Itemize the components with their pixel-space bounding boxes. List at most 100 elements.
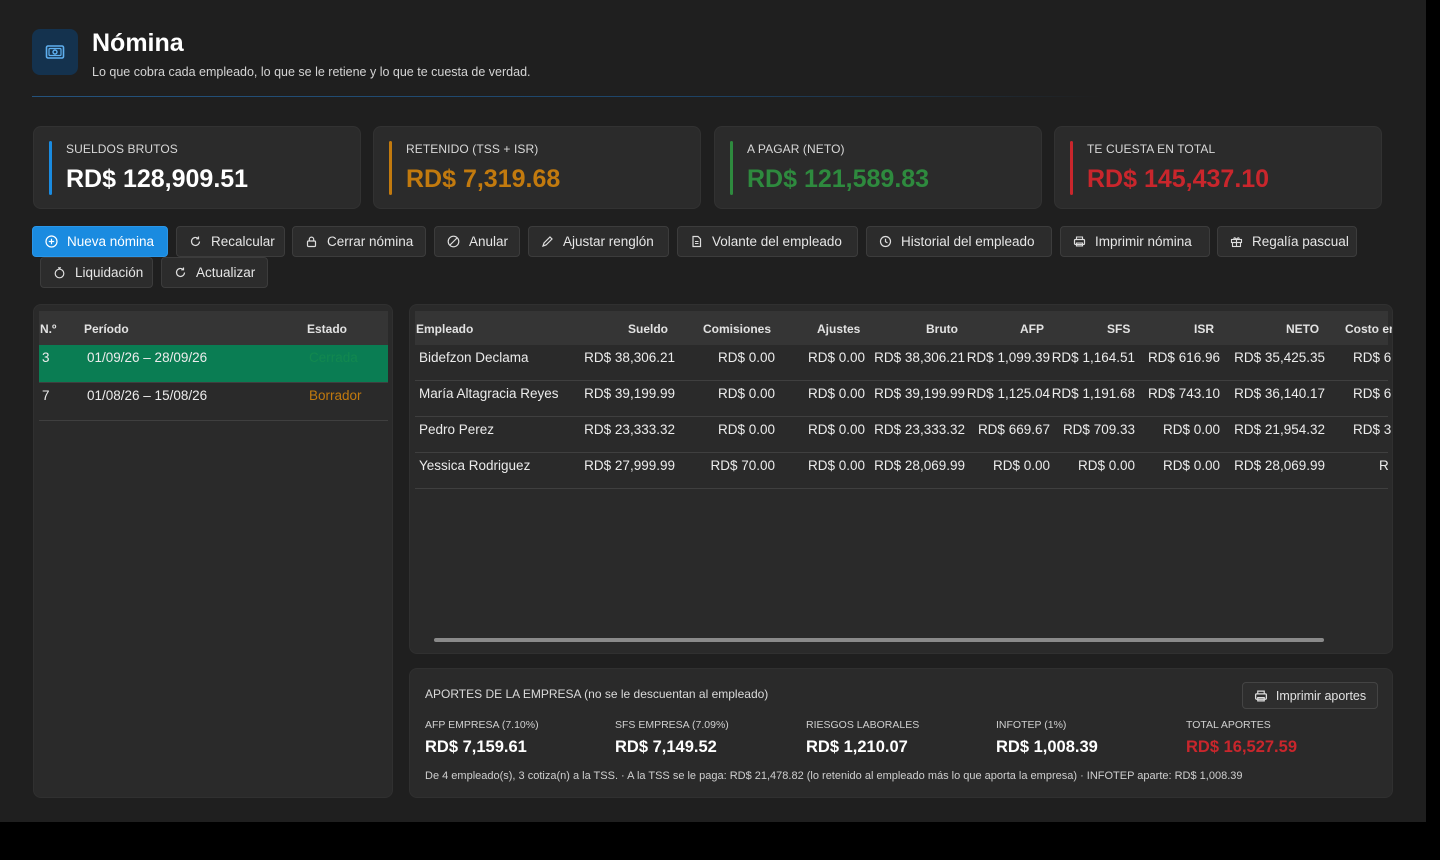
employee-isr: RD$ 743.10: [1147, 386, 1220, 401]
volante-empleado-button[interactable]: Volante del empleado: [677, 226, 858, 257]
column-header-sueldo[interactable]: Sueldo: [628, 322, 668, 336]
employee-costo: RD$ 6: [1353, 386, 1392, 401]
employee-neto: RD$ 36,140.17: [1234, 386, 1325, 401]
stat-label: SUELDOS BRUTOS: [66, 142, 178, 156]
column-header-sfs[interactable]: SFS: [1107, 322, 1130, 336]
stat-card-sueldos-brutos: SUELDOS BRUTOS RD$ 128,909.51: [33, 126, 361, 209]
cerrar-nomina-button[interactable]: Cerrar nómina: [292, 226, 426, 257]
employee-bruto: RD$ 28,069.99: [874, 458, 965, 473]
employees-panel: Empleado Sueldo Comisiones Ajustes Bruto…: [409, 304, 1393, 654]
employee-sueldo: RD$ 23,333.32: [584, 422, 675, 437]
employee-row[interactable]: Bidefzon Declama RD$ 38,306.21 RD$ 0.00 …: [415, 345, 1391, 381]
column-header-isr[interactable]: ISR: [1194, 322, 1214, 336]
imprimir-aportes-button[interactable]: Imprimir aportes: [1242, 682, 1378, 709]
column-header-empleado[interactable]: Empleado: [416, 322, 473, 336]
regalia-pascual-button[interactable]: Regalía pascual: [1217, 226, 1357, 257]
period-number: 7: [42, 388, 50, 403]
button-label: Regalía pascual: [1252, 234, 1349, 249]
employee-ajustes: RD$ 0.00: [807, 458, 865, 473]
employee-costo: R: [1379, 458, 1389, 473]
employee-bruto: RD$ 38,306.21: [874, 350, 965, 365]
button-label: Nueva nómina: [67, 234, 155, 249]
page-subtitle: Lo que cobra cada empleado, lo que se le…: [92, 65, 531, 79]
aporte-label: TOTAL APORTES: [1186, 719, 1271, 731]
anular-button[interactable]: Anular: [434, 226, 520, 257]
aporte-label: AFP EMPRESA (7.10%): [425, 719, 539, 731]
column-header-periodo[interactable]: Período: [84, 322, 129, 336]
employee-ajustes: RD$ 0.00: [807, 386, 865, 401]
lock-icon: [305, 235, 318, 248]
employee-comisiones: RD$ 0.00: [717, 422, 775, 437]
employee-comisiones: RD$ 0.00: [717, 350, 775, 365]
plus-circle-icon: [45, 235, 58, 248]
stat-accent-bar: [730, 141, 733, 195]
employee-isr: RD$ 0.00: [1162, 458, 1220, 473]
actualizar-button[interactable]: Actualizar: [161, 257, 268, 288]
column-header-afp[interactable]: AFP: [1020, 322, 1044, 336]
column-header-neto[interactable]: NETO: [1286, 322, 1319, 336]
button-label: Actualizar: [196, 265, 256, 280]
aporte-value: RD$ 16,527.59: [1186, 738, 1297, 756]
historial-empleado-button[interactable]: Historial del empleado: [866, 226, 1052, 257]
aporte-value: RD$ 1,210.07: [806, 738, 908, 756]
printer-icon: [1254, 689, 1268, 703]
employee-sfs: RD$ 1,191.68: [1051, 386, 1135, 401]
aporte-label: RIESGOS LABORALES: [806, 719, 920, 731]
employee-afp: RD$ 0.00: [992, 458, 1050, 473]
employee-bruto: RD$ 23,333.32: [874, 422, 965, 437]
employee-sfs: RD$ 709.33: [1062, 422, 1135, 437]
employee-row[interactable]: Yessica Rodriguez RD$ 27,999.99 RD$ 70.0…: [415, 453, 1389, 489]
employee-bruto: RD$ 39,199.99: [874, 386, 965, 401]
stat-card-a-pagar: A PAGAR (NETO) RD$ 121,589.83: [714, 126, 1042, 209]
column-header-estado[interactable]: Estado: [307, 322, 347, 336]
employee-name: Bidefzon Declama: [419, 350, 529, 365]
employee-ajustes: RD$ 0.00: [807, 422, 865, 437]
employee-afp: RD$ 1,125.04: [966, 386, 1050, 401]
stat-accent-bar: [389, 141, 392, 195]
employee-name: María Altagracia Reyes: [419, 386, 559, 401]
payroll-window: Nómina Lo que cobra cada empleado, lo qu…: [0, 0, 1426, 822]
stat-value: RD$ 145,437.10: [1087, 165, 1270, 193]
column-header-costo[interactable]: Costo em: [1345, 322, 1392, 336]
column-header-no[interactable]: N.º: [40, 322, 56, 336]
employee-sueldo: RD$ 27,999.99: [584, 458, 675, 473]
employee-row[interactable]: María Altagracia Reyes RD$ 39,199.99 RD$…: [415, 381, 1392, 417]
employee-sfs: RD$ 0.00: [1077, 458, 1135, 473]
employee-afp: RD$ 669.67: [977, 422, 1050, 437]
button-label: Anular: [469, 234, 509, 249]
period-row[interactable]: 3 01/09/26 – 28/09/26 Cerrada: [39, 345, 388, 383]
imprimir-nomina-button[interactable]: Imprimir nómina: [1060, 226, 1210, 257]
button-label: Imprimir nómina: [1095, 234, 1192, 249]
employee-ajustes: RD$ 0.00: [807, 350, 865, 365]
period-range: 01/08/26 – 15/08/26: [87, 388, 208, 403]
button-label: Recalcular: [211, 234, 275, 249]
employee-isr: RD$ 616.96: [1147, 350, 1220, 365]
horizontal-scrollbar[interactable]: [434, 638, 1324, 642]
button-label: Historial del empleado: [901, 234, 1035, 249]
employee-row[interactable]: Pedro Perez RD$ 23,333.32 RD$ 0.00 RD$ 0…: [415, 417, 1391, 453]
period-row[interactable]: 7 01/08/26 – 15/08/26 Borrador: [39, 383, 388, 421]
button-label: Imprimir aportes: [1275, 688, 1367, 703]
employees-header: Empleado Sueldo Comisiones Ajustes Bruto…: [415, 311, 1392, 345]
ajustar-renglon-button[interactable]: Ajustar renglón: [528, 226, 669, 257]
stat-card-retenido: RETENIDO (TSS + ISR) RD$ 7,319.68: [373, 126, 701, 209]
aportes-panel: APORTES DE LA EMPRESA (no se le descuent…: [409, 668, 1393, 798]
gift-icon: [1230, 235, 1243, 248]
stat-value: RD$ 128,909.51: [66, 165, 249, 193]
recalcular-button[interactable]: Recalcular: [176, 226, 285, 257]
nueva-nomina-button[interactable]: Nueva nómina: [32, 226, 168, 257]
employee-neto: RD$ 21,954.32: [1234, 422, 1325, 437]
column-header-comisiones[interactable]: Comisiones: [703, 322, 771, 336]
period-number: 3: [42, 350, 50, 365]
printer-icon: [1073, 235, 1086, 248]
column-header-ajustes[interactable]: Ajustes: [817, 322, 860, 336]
aporte-value: RD$ 1,008.39: [996, 738, 1098, 756]
liquidacion-button[interactable]: Liquidación: [40, 257, 153, 288]
stat-label: A PAGAR (NETO): [747, 142, 845, 156]
employee-sueldo: RD$ 38,306.21: [584, 350, 675, 365]
column-header-bruto[interactable]: Bruto: [926, 322, 958, 336]
refresh-icon: [174, 266, 187, 279]
money-icon: [32, 29, 78, 75]
employee-name: Pedro Perez: [419, 422, 495, 437]
aporte-total: TOTAL APORTES RD$ 16,527.59: [1186, 719, 1297, 757]
